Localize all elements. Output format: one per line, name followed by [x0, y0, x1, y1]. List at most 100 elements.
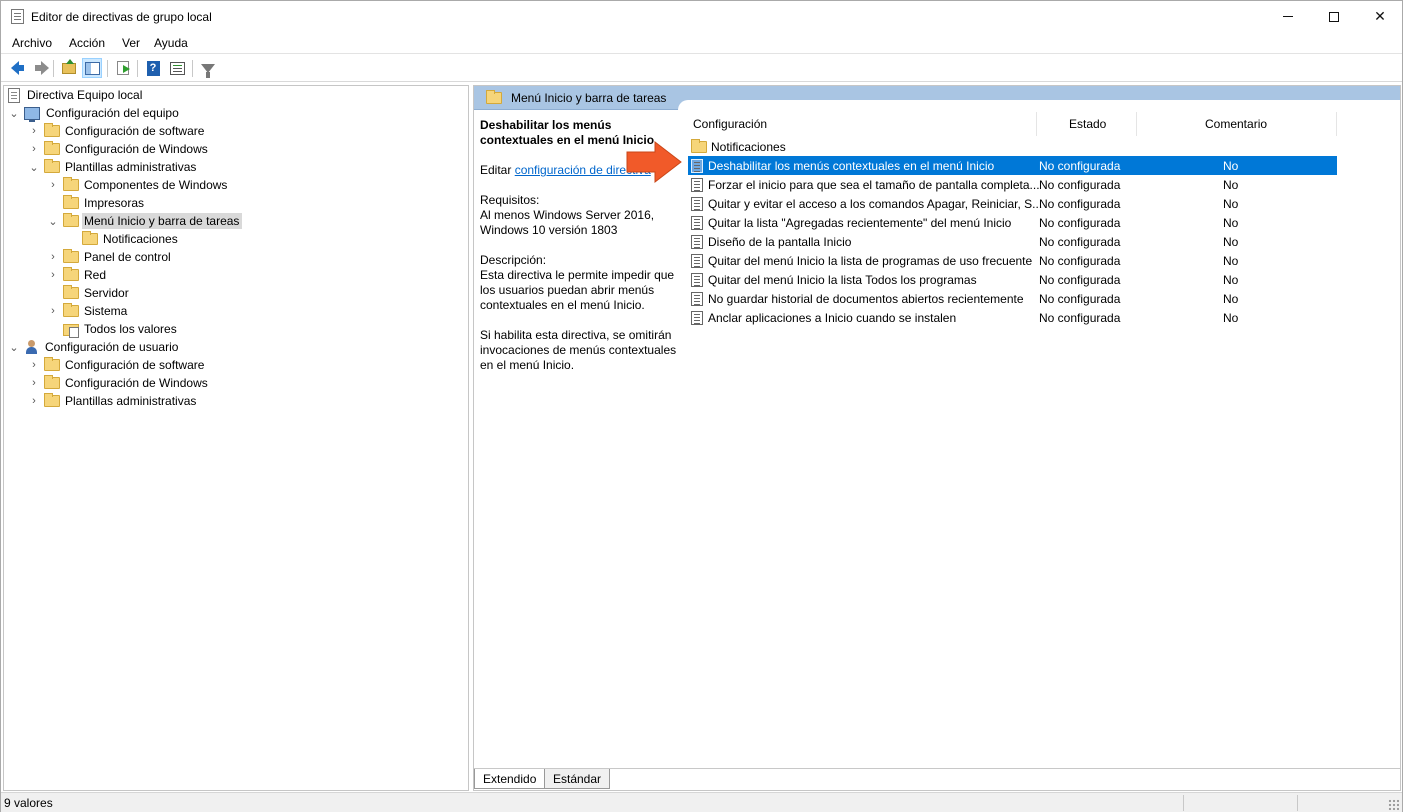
close-button[interactable]: ✕: [1357, 1, 1403, 32]
column-separator[interactable]: [1036, 112, 1037, 136]
tree-item-computer-windows[interactable]: › Configuración de Windows: [28, 140, 211, 158]
chevron-right-icon[interactable]: ›: [47, 179, 59, 191]
chevron-right-icon[interactable]: ›: [28, 143, 40, 155]
filter-button[interactable]: [198, 58, 218, 78]
computer-icon: [24, 106, 40, 122]
tab-standard[interactable]: Estándar: [544, 769, 611, 789]
chevron-right-icon[interactable]: ›: [47, 305, 59, 317]
minimize-button[interactable]: [1265, 1, 1311, 32]
setting-state: No configurada: [1039, 158, 1121, 173]
tree-item-label: Todos los valores: [84, 322, 177, 336]
tree-item-computer-software[interactable]: › Configuración de software: [28, 122, 207, 140]
list-item-setting[interactable]: Quitar del menú Inicio la lista de progr…: [688, 251, 1337, 270]
help-button[interactable]: ?: [143, 58, 163, 78]
export-list-button[interactable]: [113, 58, 133, 78]
chevron-down-icon[interactable]: ⌄: [8, 341, 20, 354]
forward-button[interactable]: [30, 58, 50, 78]
list-item-folder[interactable]: Notificaciones: [688, 137, 1337, 156]
tree-item-root[interactable]: Directiva Equipo local: [8, 86, 145, 104]
tree-item-computer-config[interactable]: ⌄ Configuración del equipo: [8, 104, 182, 122]
setting-state: No configurada: [1039, 196, 1121, 211]
tree-item-all-values[interactable]: Todos los valores: [47, 320, 180, 338]
status-bar: 9 valores: [1, 792, 1402, 812]
list-item-setting[interactable]: Diseño de la pantalla Inicio No configur…: [688, 232, 1337, 251]
policy-setting-icon: [691, 177, 703, 192]
tree-item-computer-admin-templates[interactable]: ⌄ Plantillas administrativas: [28, 158, 199, 176]
list-item-setting[interactable]: Anclar aplicaciones a Inicio cuando se i…: [688, 308, 1337, 327]
setting-state: No configurada: [1039, 215, 1121, 230]
setting-comment: No: [1223, 196, 1239, 211]
folder-open-icon: [63, 213, 79, 227]
menu-archivo[interactable]: Archivo: [12, 36, 52, 50]
tree-item-server[interactable]: Servidor: [47, 284, 132, 302]
setting-comment: No: [1223, 291, 1239, 306]
list-item-setting[interactable]: Deshabilitar los menús contextuales en e…: [688, 156, 1337, 175]
tree-item-notifications[interactable]: Notificaciones: [66, 230, 181, 248]
list-item-setting[interactable]: Forzar el inicio para que sea el tamaño …: [688, 175, 1337, 194]
menu-ayuda[interactable]: Ayuda: [154, 36, 188, 50]
tree-item-printers[interactable]: Impresoras: [47, 194, 147, 212]
all-settings-icon: [63, 322, 79, 338]
list-item-setting[interactable]: Quitar y evitar el acceso a los comandos…: [688, 194, 1337, 213]
list-item-setting[interactable]: Quitar del menú Inicio la lista Todos lo…: [688, 270, 1337, 289]
tree-item-start-menu[interactable]: ⌄ Menú Inicio y barra de tareas: [47, 212, 243, 230]
folder-icon: [44, 141, 60, 155]
setting-comment: No: [1223, 310, 1239, 325]
chevron-right-icon[interactable]: ›: [47, 251, 59, 263]
tree-item-label: Componentes de Windows: [84, 178, 228, 192]
show-hide-action-pane-button[interactable]: [167, 58, 187, 78]
tab-extended[interactable]: Extendido: [474, 769, 546, 789]
chevron-right-icon[interactable]: ›: [28, 125, 40, 137]
title-bar: Editor de directivas de grupo local ✕: [1, 1, 1402, 32]
setting-name: Quitar y evitar el acceso a los comandos…: [708, 196, 1043, 211]
tree-item-user-software[interactable]: › Configuración de software: [28, 356, 207, 374]
tree-item-label: Directiva Equipo local: [27, 88, 143, 102]
tree-item-user-config[interactable]: ⌄ Configuración de usuario: [8, 338, 181, 356]
up-folder-button[interactable]: [59, 58, 79, 78]
setting-name: Diseño de la pantalla Inicio: [708, 234, 852, 249]
folder-icon: [63, 177, 79, 191]
maximize-button[interactable]: [1311, 1, 1357, 32]
setting-name: Deshabilitar los menús contextuales en e…: [708, 158, 995, 173]
policy-setting-icon: [691, 253, 703, 268]
back-button[interactable]: [5, 58, 25, 78]
chevron-down-icon[interactable]: ⌄: [47, 215, 59, 228]
chevron-down-icon[interactable]: ⌄: [28, 161, 40, 174]
chevron-right-icon[interactable]: ›: [28, 377, 40, 389]
menu-accion[interactable]: Acción: [69, 36, 105, 50]
chevron-down-icon[interactable]: ⌄: [8, 107, 20, 120]
setting-name: Forzar el inicio para que sea el tamaño …: [708, 177, 1040, 192]
folder-icon: [44, 123, 60, 137]
tree-item-user-admin-templates[interactable]: › Plantillas administrativas: [28, 392, 199, 410]
column-header-comment[interactable]: Comentario: [1205, 112, 1267, 136]
folder-icon: [63, 195, 79, 209]
chevron-right-icon[interactable]: ›: [28, 359, 40, 371]
policy-setting-icon: [691, 272, 703, 287]
column-header-config[interactable]: Configuración: [693, 112, 767, 136]
setting-comment: No: [1223, 177, 1239, 192]
tree-item-windows-components[interactable]: › Componentes de Windows: [47, 176, 230, 194]
chevron-right-icon[interactable]: ›: [28, 395, 40, 407]
column-separator[interactable]: [1336, 112, 1337, 136]
folder-icon: [82, 231, 98, 245]
setting-comment: No: [1223, 215, 1239, 230]
chevron-right-icon[interactable]: ›: [47, 269, 59, 281]
description: Descripción: Esta directiva le permite i…: [480, 253, 680, 313]
column-separator[interactable]: [1136, 112, 1137, 136]
app-icon: [11, 9, 24, 24]
menu-ver[interactable]: Ver: [122, 36, 140, 50]
show-hide-tree-button[interactable]: [82, 58, 102, 78]
edit-prefix: Editar: [480, 163, 512, 177]
tree-item-network[interactable]: › Red: [47, 266, 109, 284]
list-item-setting[interactable]: Quitar la lista "Agregadas recientemente…: [688, 213, 1337, 232]
tree-item-label: Configuración de software: [65, 358, 205, 372]
policy-document-icon: [8, 87, 20, 103]
column-header-state[interactable]: Estado: [1069, 112, 1106, 136]
setting-state: No configurada: [1039, 291, 1121, 306]
resize-grip-icon[interactable]: [1388, 799, 1399, 810]
tree-item-system[interactable]: › Sistema: [47, 302, 130, 320]
list-item-setting[interactable]: No guardar historial de documentos abier…: [688, 289, 1337, 308]
tree-item-user-windows[interactable]: › Configuración de Windows: [28, 374, 211, 392]
tree-item-control-panel[interactable]: › Panel de control: [47, 248, 174, 266]
tree-item-label: Configuración de Windows: [65, 376, 208, 390]
